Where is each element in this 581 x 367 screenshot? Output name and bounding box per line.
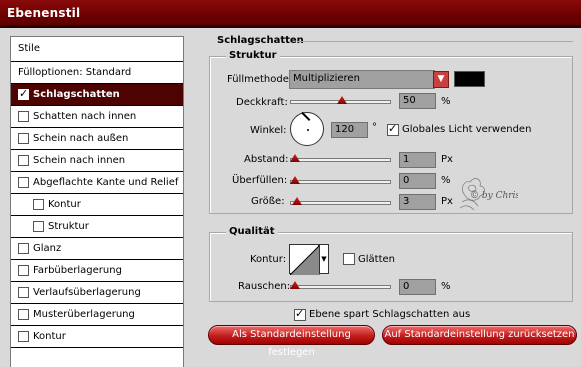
opacity-unit: % bbox=[441, 96, 451, 107]
style-checkbox[interactable] bbox=[33, 221, 44, 232]
style-checkbox[interactable] bbox=[18, 331, 29, 342]
style-checkbox[interactable] bbox=[18, 87, 29, 100]
style-list-item[interactable]: Glanz bbox=[11, 238, 183, 260]
style-list-item[interactable]: Farbüberlagerung bbox=[11, 260, 183, 282]
distance-label: Abstand: bbox=[244, 154, 289, 165]
styles-list-header[interactable]: Stile bbox=[11, 37, 183, 62]
reset-default-button[interactable]: Auf Standardeinstellung zurücksetzen bbox=[382, 325, 577, 345]
window-title: Ebenenstil bbox=[0, 0, 581, 28]
style-list-item-label: Glanz bbox=[33, 243, 62, 254]
style-list-item-label: Verlaufsüberlagerung bbox=[33, 287, 141, 298]
watermark-logo: © by Christa bbox=[458, 164, 529, 211]
style-list-item[interactable]: Schein nach außen bbox=[11, 128, 183, 150]
angle-dial-needle bbox=[301, 111, 311, 121]
style-list-item-label: Kontur bbox=[48, 199, 81, 210]
angle-dial[interactable] bbox=[290, 111, 324, 146]
blend-mode-select[interactable]: Multiplizieren bbox=[289, 70, 435, 89]
spread-unit: % bbox=[441, 175, 451, 186]
style-checkbox[interactable] bbox=[18, 243, 29, 254]
noise-label: Rauschen: bbox=[238, 281, 291, 292]
knockout-label: Ebene spart Schlagschatten aus bbox=[309, 309, 471, 320]
opacity-input[interactable]: 50 bbox=[399, 93, 436, 109]
structure-title: Struktur bbox=[226, 50, 280, 61]
style-list-item-label: Struktur bbox=[48, 221, 89, 232]
angle-input[interactable]: 120 bbox=[331, 122, 368, 138]
style-checkbox[interactable] bbox=[33, 199, 44, 210]
style-list-item[interactable]: Fülloptionen: Standard bbox=[11, 62, 183, 84]
style-checkbox[interactable] bbox=[18, 309, 29, 320]
title-divider bbox=[297, 41, 573, 42]
style-checkbox[interactable] bbox=[18, 287, 29, 298]
spread-input[interactable]: 0 bbox=[399, 173, 436, 189]
noise-unit: % bbox=[441, 281, 451, 292]
style-list-item-label: Schatten nach innen bbox=[33, 111, 137, 122]
angle-unit: ° bbox=[372, 122, 377, 133]
antialias-label: Glätten bbox=[358, 254, 395, 265]
knockout-checkbox[interactable] bbox=[294, 307, 306, 321]
opacity-label: Deckkraft: bbox=[236, 97, 288, 108]
style-list-item-label: Schein nach außen bbox=[33, 133, 129, 144]
style-list-item-label: Kontur bbox=[33, 331, 66, 342]
size-unit: Px bbox=[441, 196, 453, 207]
spread-label: Überfüllen: bbox=[232, 175, 288, 186]
chevron-down-icon[interactable]: ▼ bbox=[433, 71, 449, 88]
noise-input[interactable]: 0 bbox=[399, 279, 436, 295]
style-list-item-label: Schein nach innen bbox=[33, 155, 126, 166]
style-list-item-label: Farbüberlagerung bbox=[33, 265, 122, 276]
contour-preview[interactable] bbox=[289, 244, 320, 275]
distance-slider[interactable] bbox=[290, 154, 391, 162]
spread-slider[interactable] bbox=[290, 176, 391, 184]
style-list-item[interactable]: Schatten nach innen bbox=[11, 106, 183, 128]
style-checkbox[interactable] bbox=[18, 111, 29, 122]
style-list-item[interactable]: Abgeflachte Kante und Relief bbox=[11, 172, 183, 194]
antialias-checkbox[interactable] bbox=[343, 253, 355, 265]
distance-unit: Px bbox=[441, 154, 453, 165]
global-light-checkbox[interactable] bbox=[387, 122, 399, 136]
distance-input[interactable]: 1 bbox=[399, 152, 436, 168]
size-slider[interactable] bbox=[290, 197, 391, 205]
style-list-item-label: Abgeflachte Kante und Relief bbox=[33, 177, 179, 188]
global-light-label: Globales Licht verwenden bbox=[402, 124, 532, 135]
style-checkbox[interactable] bbox=[18, 155, 29, 166]
style-list-item-label: Fülloptionen: Standard bbox=[18, 67, 132, 78]
contour-dropdown-icon[interactable]: ▼ bbox=[319, 244, 329, 274]
style-list-item[interactable]: Musterüberlagerung bbox=[11, 304, 183, 326]
quality-title: Qualität bbox=[226, 226, 278, 237]
drop-shadow-title: Schlagschatten bbox=[217, 35, 304, 46]
style-list-item[interactable]: Kontur bbox=[11, 326, 183, 348]
style-list-item[interactable]: Schlagschatten bbox=[11, 84, 183, 106]
style-list-item-label: Schlagschatten bbox=[33, 89, 120, 100]
shadow-color-swatch[interactable] bbox=[454, 71, 485, 87]
style-list-item[interactable]: Schein nach innen bbox=[11, 150, 183, 172]
set-default-button[interactable]: Als Standardeinstellung festlegen bbox=[208, 325, 375, 358]
opacity-slider[interactable] bbox=[290, 96, 391, 104]
style-checkbox[interactable] bbox=[18, 265, 29, 276]
style-list-item[interactable]: Struktur bbox=[11, 216, 183, 238]
style-list-item-label: Musterüberlagerung bbox=[33, 309, 135, 320]
watermark-text: © by Christa bbox=[470, 191, 518, 201]
style-list-item[interactable]: Verlaufsüberlagerung bbox=[11, 282, 183, 304]
style-list-item[interactable]: Kontur bbox=[11, 194, 183, 216]
noise-slider[interactable] bbox=[290, 281, 391, 289]
size-label: Größe: bbox=[251, 196, 285, 207]
blend-mode-label: Füllmethode: bbox=[227, 74, 293, 85]
styles-list: Stile Fülloptionen: Standard Schlagschatt… bbox=[10, 36, 184, 367]
style-checkbox[interactable] bbox=[18, 133, 29, 144]
size-input[interactable]: 3 bbox=[399, 194, 436, 210]
contour-label: Kontur: bbox=[250, 254, 287, 265]
style-checkbox[interactable] bbox=[18, 177, 29, 188]
angle-label: Winkel: bbox=[250, 125, 287, 136]
